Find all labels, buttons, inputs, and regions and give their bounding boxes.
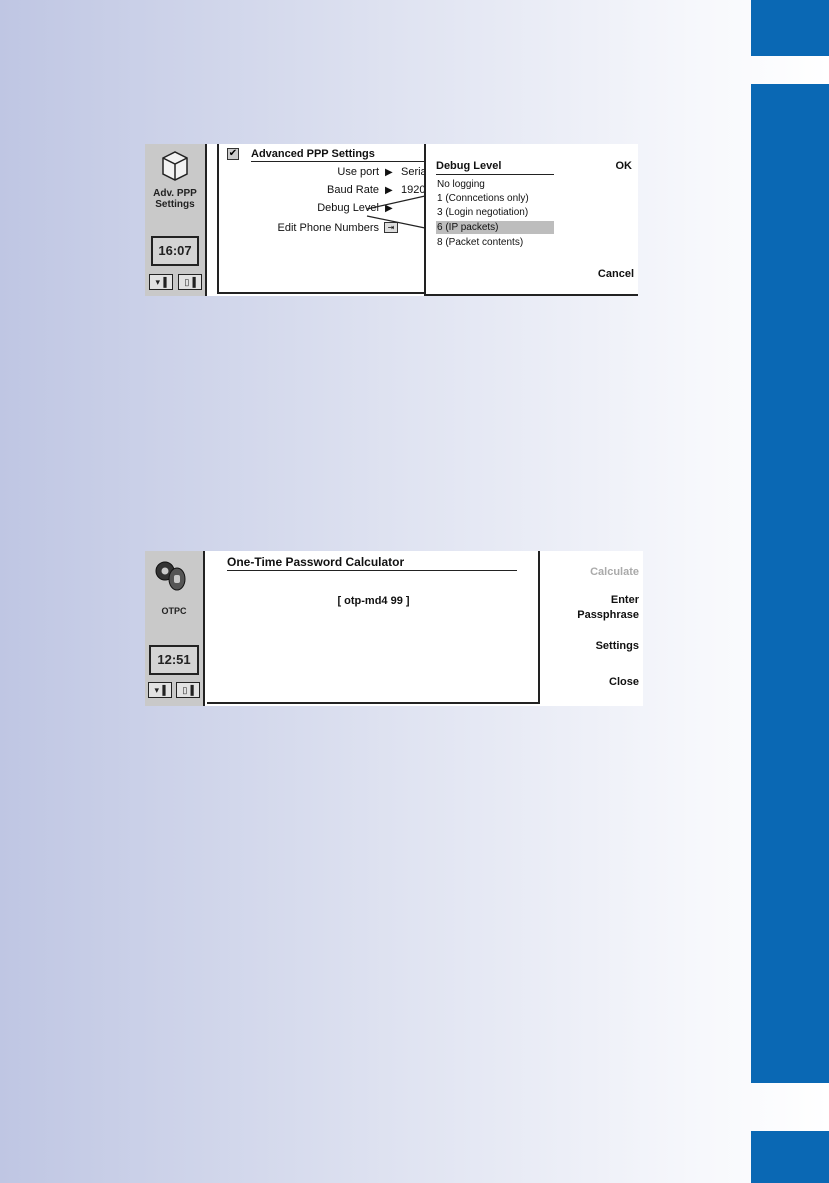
option-level-6-selected[interactable]: 6 (IP packets) bbox=[436, 221, 554, 234]
otp-title: One-Time Password Calculator bbox=[227, 555, 405, 569]
clock: 12:51 bbox=[149, 645, 199, 675]
close-button[interactable]: Close bbox=[609, 675, 639, 690]
settings-button[interactable]: Settings bbox=[596, 639, 639, 654]
popup-connector bbox=[366, 195, 426, 229]
cancel-button[interactable]: Cancel bbox=[598, 268, 634, 280]
checkbox-icon[interactable]: ✔ bbox=[227, 148, 239, 160]
signal-indicator-icon: ▾▐ bbox=[149, 274, 173, 290]
clock: 16:07 bbox=[151, 236, 199, 266]
ok-button[interactable]: OK bbox=[616, 160, 633, 172]
side-tab-bottom bbox=[751, 1131, 829, 1183]
battery-indicator-icon: ▯▐ bbox=[178, 274, 202, 290]
option-level-1[interactable]: 1 (Conncetions only) bbox=[436, 192, 529, 205]
battery-indicator-icon: ▯▐ bbox=[176, 682, 200, 698]
app-name: Adv. PPP Settings bbox=[153, 188, 197, 210]
settings-box-icon bbox=[162, 151, 188, 181]
field-label-edit-phone-numbers: Edit Phone Numbers bbox=[277, 222, 380, 234]
debug-level-popup: Debug Level No logging 1 (Conncetions on… bbox=[424, 144, 638, 296]
field-label-use-port: Use port bbox=[337, 166, 379, 178]
calculate-button[interactable]: Calculate bbox=[590, 565, 639, 580]
enter-passphrase-button[interactable]: Enter Passphrase bbox=[559, 593, 639, 623]
title-underline bbox=[227, 570, 517, 571]
option-level-8[interactable]: 8 (Packet contents) bbox=[436, 236, 523, 249]
arrow-right-icon[interactable]: ▶ bbox=[385, 167, 393, 178]
app-name: OTPC bbox=[161, 606, 187, 616]
settings-heading: Advanced PPP Settings bbox=[251, 148, 375, 160]
option-no-logging[interactable]: No logging bbox=[436, 178, 485, 191]
key-icon bbox=[155, 561, 186, 591]
option-level-3[interactable]: 3 (Login negotiation) bbox=[436, 206, 528, 219]
popup-title: Debug Level bbox=[436, 160, 502, 172]
popup-title-underline bbox=[436, 174, 554, 175]
signal-indicator-icon: ▾▐ bbox=[148, 682, 172, 698]
side-tab-main bbox=[751, 84, 829, 1083]
field-label-debug-level: Debug Level bbox=[317, 202, 379, 214]
heading-underline bbox=[251, 161, 431, 162]
adv-ppp-screenshot: Adv. PPP Settings 16:07 ▾▐ ▯▐ ✔ Advanced… bbox=[145, 144, 638, 296]
app-sidebar: Adv. PPP Settings 16:07 ▾▐ ▯▐ bbox=[145, 144, 207, 296]
app-sidebar: OTPC 12:51 ▾▐ ▯▐ bbox=[145, 551, 205, 706]
otp-panel: One-Time Password Calculator [ otp-md4 9… bbox=[207, 551, 540, 704]
otp-challenge-text: [ otp-md4 99 ] bbox=[337, 595, 410, 607]
otpc-screenshot: OTPC 12:51 ▾▐ ▯▐ One-Time Password Calcu… bbox=[145, 551, 643, 706]
side-tab-top bbox=[751, 0, 829, 56]
field-label-baud-rate: Baud Rate bbox=[327, 184, 379, 196]
